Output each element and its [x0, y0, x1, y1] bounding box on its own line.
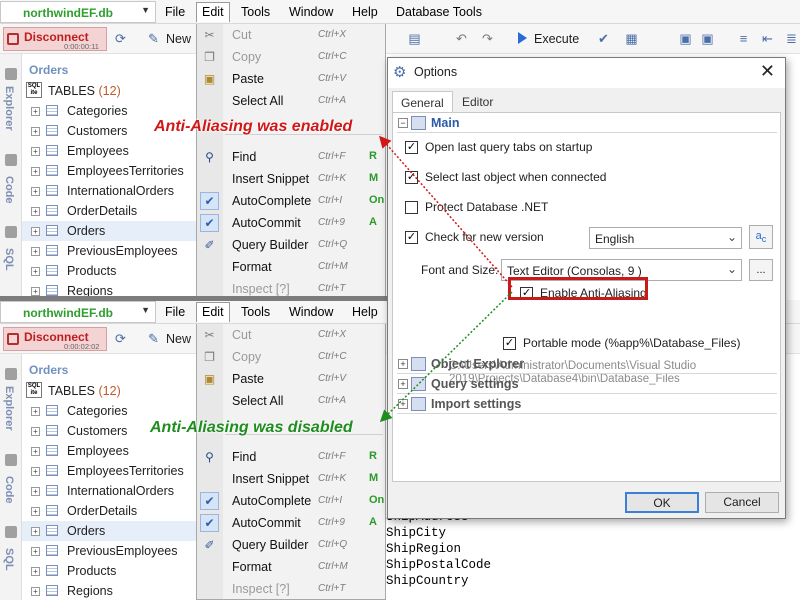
- annotation-arrows: [379, 135, 513, 423]
- screenshot-root: northwindEF.db ▼ File Edit Tools Window …: [0, 0, 800, 600]
- enabled-arrow: [379, 135, 513, 288]
- disabled-arrow: [379, 291, 513, 423]
- annotation-enabled: Anti-Aliasing was enabled: [154, 118, 353, 135]
- annotation-disabled: Anti-Aliasing was disabled: [150, 419, 353, 436]
